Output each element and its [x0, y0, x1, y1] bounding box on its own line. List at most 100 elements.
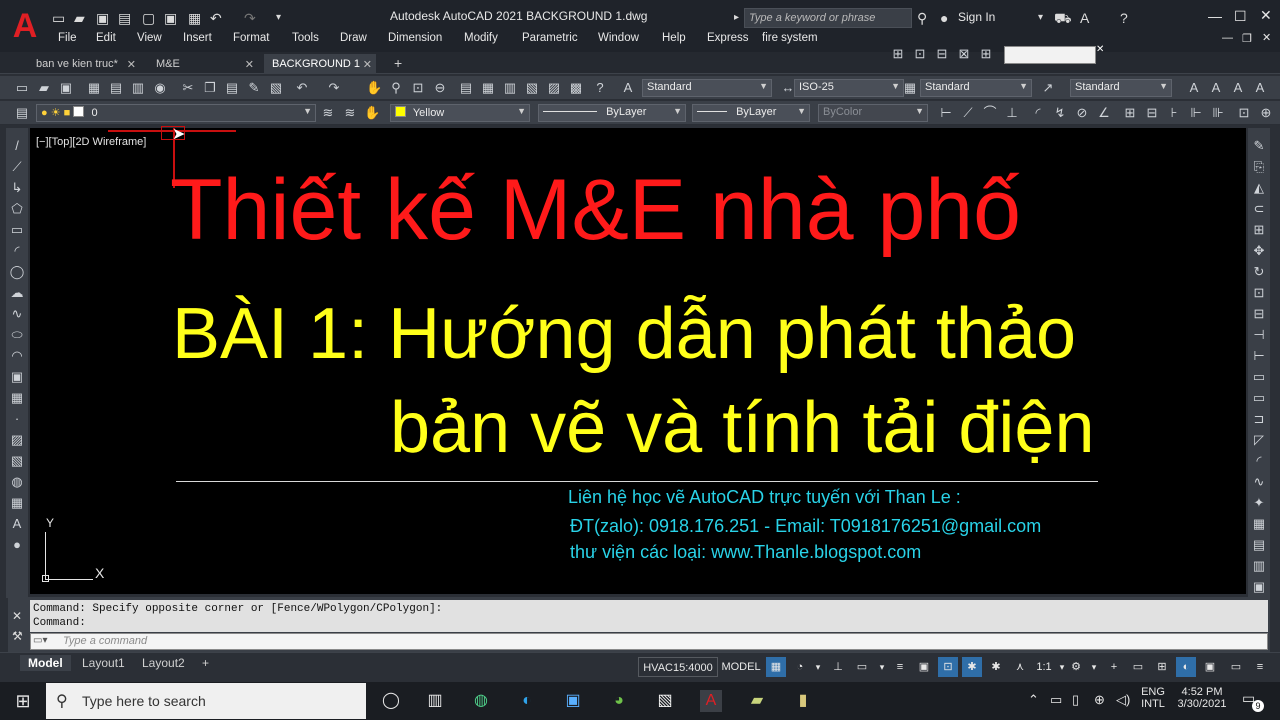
menu-fire-system[interactable]: fire system	[762, 32, 818, 44]
chamfer-icon[interactable]: ◸	[1251, 432, 1267, 448]
app-icon[interactable]: ▰	[746, 690, 768, 712]
zoom-realtime-icon[interactable]: ⊞	[890, 46, 906, 62]
insert-block-icon[interactable]: ▣	[9, 369, 25, 385]
trim-icon[interactable]: ⊣	[1251, 327, 1267, 343]
markup-icon[interactable]: ▨	[546, 80, 562, 96]
grid-icon[interactable]: ▦	[766, 657, 786, 677]
autodesk-a360-icon[interactable]: A	[1080, 8, 1089, 28]
zoom-window-icon[interactable]: ⊡	[410, 80, 426, 96]
annotation-scale[interactable]: 1:1	[1034, 657, 1054, 677]
ungroup-icon[interactable]: ▤	[1251, 537, 1267, 553]
group-icon[interactable]: ▦	[1251, 516, 1267, 532]
copy-icon[interactable]: ❐	[202, 80, 218, 96]
edge-icon[interactable]: ◐	[516, 690, 538, 712]
blend-icon[interactable]: ∿	[1251, 474, 1267, 490]
snap-mode-icon[interactable]: ◔	[790, 657, 810, 677]
menu-express[interactable]: Express	[707, 32, 749, 44]
join-icon[interactable]: ⊐	[1251, 411, 1267, 427]
color-select[interactable]: Yellow ▼	[390, 104, 530, 122]
battery-icon[interactable]: ▯	[1072, 692, 1079, 708]
layer-state-icon[interactable]: ✋	[364, 105, 380, 121]
3d-osnap-icon[interactable]: ✱	[962, 657, 982, 677]
mtext-icon[interactable]: A	[9, 516, 25, 532]
ellipse-icon[interactable]: ⬭	[9, 327, 25, 343]
tool-palettes-icon[interactable]: ▥	[502, 80, 518, 96]
cut-icon[interactable]: ✂	[180, 80, 196, 96]
hardware-acceleration-icon[interactable]: ▣	[1200, 657, 1220, 677]
save-web-icon[interactable]: ▣	[164, 8, 177, 28]
otrack-icon[interactable]: ✱	[986, 657, 1006, 677]
annotation-visibility-icon[interactable]: ⋏	[1010, 657, 1030, 677]
draworder-icon[interactable]: ▥	[1251, 558, 1267, 574]
search-expand-icon[interactable]: ▸	[734, 8, 739, 28]
gradient-icon[interactable]: ▧	[9, 453, 25, 469]
clean-screen-icon[interactable]: ▭	[1226, 657, 1246, 677]
design-center-icon[interactable]: ▦	[480, 80, 496, 96]
menu-modify[interactable]: Modify	[464, 32, 498, 44]
revcloud-icon[interactable]: ☁	[9, 285, 25, 301]
task-view-icon[interactable]: ▥	[424, 690, 446, 712]
erase-icon[interactable]: ✎	[1251, 138, 1267, 154]
tab-close-icon[interactable]: ✕	[363, 58, 372, 71]
linear-dim-icon[interactable]: ⊢	[938, 105, 954, 121]
quick-input-box[interactable]	[1004, 46, 1096, 64]
menu-file[interactable]: File	[58, 32, 77, 44]
menu-dimension[interactable]: Dimension	[388, 32, 442, 44]
user-icon[interactable]: ●	[940, 8, 948, 28]
offset-icon[interactable]: ⊂	[1251, 201, 1267, 217]
text-icon[interactable]: A	[1186, 80, 1202, 96]
plot-preview-icon[interactable]: ▤	[108, 80, 124, 96]
sheet-set-icon[interactable]: ▧	[524, 80, 540, 96]
plot-icon[interactable]: ▦	[86, 80, 102, 96]
point-icon[interactable]: ·	[9, 411, 25, 427]
text-style-select[interactable]: Standard ▼	[642, 79, 772, 97]
search-icon[interactable]: ⚲	[917, 8, 927, 28]
viewport-controls[interactable]: [−][Top][2D Wireframe]	[36, 136, 146, 148]
aligned-dim-icon[interactable]: ⟋	[960, 105, 976, 121]
radius-icon[interactable]: ◜	[1030, 105, 1046, 121]
redo-icon[interactable]: ↷	[326, 80, 342, 96]
zoom-previous-icon[interactable]: ⊖	[432, 80, 448, 96]
layer-select[interactable]: ● ☀ ■ 0 ▼	[36, 104, 316, 122]
plotstyle-select[interactable]: ByColor ▼	[818, 104, 928, 122]
open-icon[interactable]: ▰	[36, 80, 52, 96]
ordinate-icon[interactable]: ⊥	[1004, 105, 1020, 121]
block-editor-icon[interactable]: ▧	[268, 80, 284, 96]
jogged-icon[interactable]: ↯	[1052, 105, 1068, 121]
layer-properties-icon[interactable]: ▤	[14, 105, 30, 121]
dim-space-icon[interactable]: ⊩	[1188, 105, 1204, 121]
sign-in-button[interactable]: Sign In	[958, 10, 995, 24]
menu-parametric[interactable]: Parametric	[522, 32, 578, 44]
rotate-icon[interactable]: ↻	[1251, 264, 1267, 280]
chevron-down-icon[interactable]: ▾	[812, 657, 824, 677]
doc-minimize-icon[interactable]: —	[1222, 32, 1233, 44]
table-icon[interactable]: ▦	[9, 495, 25, 511]
redo-icon[interactable]: ↷	[244, 8, 256, 28]
open-file-icon[interactable]: ▰	[74, 8, 85, 28]
app-icon[interactable]: ◍	[470, 690, 492, 712]
clock[interactable]: 4:52 PM 3/30/2021	[1172, 686, 1232, 710]
show-hidden-icons-icon[interactable]: ⌃	[1028, 692, 1039, 708]
make-current-layer-icon[interactable]: ≋	[320, 105, 336, 121]
zoom-realtime-icon[interactable]: ⚲	[388, 80, 404, 96]
model-space-button[interactable]: MODEL	[720, 657, 762, 677]
region-icon[interactable]: ◍	[9, 474, 25, 490]
new-tab-button[interactable]: +	[386, 54, 410, 74]
baseline-icon[interactable]: ⊟	[1144, 105, 1160, 121]
autocad-taskbar-icon[interactable]: A	[700, 690, 722, 712]
lineweight-select[interactable]: ByLayer ▼	[692, 104, 810, 122]
annotation-monitor-icon[interactable]: +	[1104, 657, 1124, 677]
polyline-icon[interactable]: ↳	[9, 180, 25, 196]
text-style-icon[interactable]: A	[620, 80, 636, 96]
zoom-extents-icon[interactable]: ⊠	[956, 46, 972, 62]
pan-icon[interactable]: ✋	[366, 80, 382, 96]
close-command-icon[interactable]: ✕	[12, 609, 22, 623]
command-input[interactable]: Type a command	[30, 633, 1268, 650]
taskbar-search-input[interactable]: Type here to search	[46, 683, 366, 719]
ortho-icon[interactable]: ≡	[890, 657, 910, 677]
mirror-icon[interactable]: ◭	[1251, 180, 1267, 196]
doc-restore-icon[interactable]: ❐	[1242, 32, 1252, 45]
tab-ban-ve-kien-truc[interactable]: ban ve kien truc* ✕	[28, 54, 140, 74]
tab-background-1[interactable]: BACKGROUND 1 ✕	[264, 54, 376, 74]
tab-close-icon[interactable]: ✕	[127, 58, 136, 71]
